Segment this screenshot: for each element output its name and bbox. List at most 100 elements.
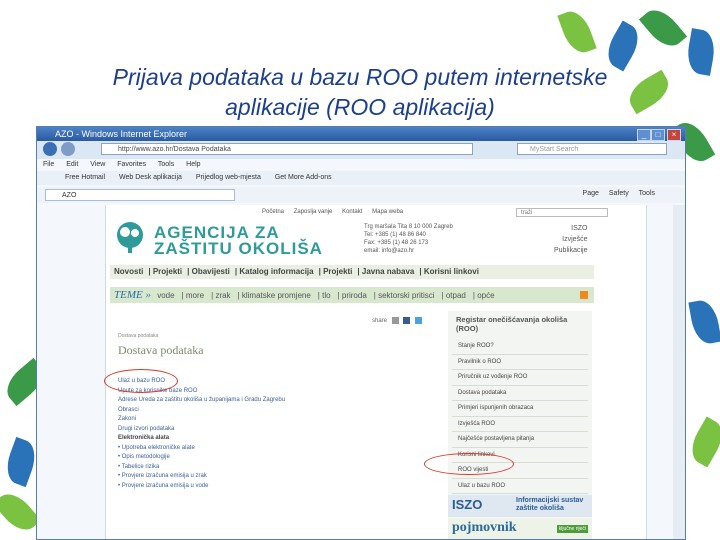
teme-opce[interactable]: opće xyxy=(477,291,494,300)
menu-favorites[interactable]: Favorites xyxy=(117,161,146,168)
minimize-button[interactable]: _ xyxy=(637,129,651,141)
teme-label: TEME » xyxy=(114,289,151,301)
nav-novosti[interactable]: Novosti xyxy=(114,267,143,276)
contact-address: Trg maršala Tita 8 10 000 Zagreb xyxy=(364,224,453,230)
breadcrumb[interactable]: Dostava podataka xyxy=(118,333,158,339)
page-heading: Dostava podataka xyxy=(118,343,204,357)
page-menu[interactable]: Page xyxy=(583,190,599,197)
registry-item[interactable]: Izvješća ROO xyxy=(452,417,588,432)
tool-link[interactable]: • Upotreba elektroničke alate xyxy=(118,444,285,454)
back-icon[interactable] xyxy=(43,142,57,156)
contact-email[interactable]: email: info@azo.hr xyxy=(364,247,453,255)
twitter-icon[interactable] xyxy=(415,317,423,324)
decor-leaf xyxy=(0,486,42,538)
search-input[interactable]: MyStart Search xyxy=(517,143,667,155)
contact-tel: Tel: +385 (1) 48 86 840 xyxy=(364,232,426,238)
menu-file[interactable]: File xyxy=(43,161,54,168)
window-titlebar: AZO - Windows Internet Explorer _ □ × xyxy=(37,127,685,141)
maximize-button[interactable]: □ xyxy=(651,129,665,141)
link-izvjesce[interactable]: Izvješće xyxy=(554,234,587,245)
site-search-input[interactable]: traži xyxy=(516,208,608,217)
browser-window: AZO - Windows Internet Explorer _ □ × ht… xyxy=(36,126,686,540)
pojmovnik-title: pojmovnik xyxy=(452,520,517,535)
tab-azo[interactable]: AZO xyxy=(45,189,235,201)
safety-menu[interactable]: Safety xyxy=(609,190,629,197)
highlight-circle-right xyxy=(424,453,514,475)
content-links: Ulaz u bazu ROO Upute za korisnike baze … xyxy=(118,377,285,491)
menu-help[interactable]: Help xyxy=(186,161,200,168)
link-adrese-ureda[interactable]: Adrese Ureda za zaštitu okoliša u župani… xyxy=(118,396,285,406)
facebook-icon[interactable] xyxy=(403,317,411,324)
fav-prijedlog[interactable]: Prijedlog web-mjesta xyxy=(196,174,261,181)
iszo-text: Informacijski sustav zaštite okoliša xyxy=(516,497,583,513)
decor-leaf xyxy=(557,6,597,58)
registry-item[interactable]: Primjeri ispunjenih obrazaca xyxy=(452,401,588,417)
teme-vode[interactable]: vode xyxy=(157,291,174,300)
slide-title: Prijava podataka u bazu ROO putem intern… xyxy=(40,62,680,122)
registry-item[interactable]: Priručnik uz vođenje ROO xyxy=(452,370,588,386)
teme-klimatske[interactable]: klimatske promjene xyxy=(242,291,311,300)
pojmovnik-badge: ključne riječi xyxy=(556,525,588,533)
command-bar: Page Safety Tools xyxy=(575,190,655,197)
link-iszo[interactable]: ISZO xyxy=(554,223,587,234)
link-pocetna[interactable]: Početna xyxy=(262,209,284,215)
teme-tlo[interactable]: tlo xyxy=(322,291,330,300)
registry-item[interactable]: Najčešće postavljena pitanja xyxy=(452,432,588,448)
registry-item[interactable]: Pravilnik o ROO xyxy=(452,355,588,370)
logo-tree-icon xyxy=(117,222,143,253)
rss-icon[interactable] xyxy=(580,291,588,299)
registry-item-ulaz[interactable]: Ulaz u bazu ROO xyxy=(452,479,588,494)
nav-projekti[interactable]: Projekti xyxy=(153,267,182,276)
iszo-text-line1: Informacijski sustav xyxy=(516,497,584,504)
nav-obavijesti[interactable]: Obavijesti xyxy=(192,267,230,276)
tool-link[interactable]: • Provjere izračuna emisija u zrak xyxy=(118,472,285,482)
teme-sektorski[interactable]: sektorski pritisci xyxy=(378,291,434,300)
pojmovnik-banner[interactable]: pojmovnik ključne riječi xyxy=(448,519,592,539)
iszo-banner[interactable]: ISZO Informacijski sustav zaštite okoliš… xyxy=(448,495,592,517)
slide-title-line1: Prijava podataka u bazu ROO putem intern… xyxy=(112,64,608,90)
tool-link[interactable]: • Provjere izračuna emisija u vode xyxy=(118,482,285,492)
link-zakoni[interactable]: Zakoni xyxy=(118,415,285,425)
logo-line2: ZAŠTITU OKOLIŠA xyxy=(154,239,323,258)
link-publikacije[interactable]: Publikacije xyxy=(554,245,587,256)
link-zaposljavanje[interactable]: Zaposlja vanje xyxy=(294,209,333,215)
teme-zrak[interactable]: zrak xyxy=(215,291,230,300)
address-input[interactable]: http://www.azo.hr/Dostava Podataka xyxy=(101,143,473,155)
registry-title-line2: (ROO) xyxy=(456,324,479,333)
nav-javna-nabava[interactable]: Javna nabava xyxy=(362,267,414,276)
menu-tools[interactable]: Tools xyxy=(158,161,174,168)
teme-otpad[interactable]: otpad xyxy=(446,291,466,300)
registry-title: Registar onečišćavanja okoliša (ROO) xyxy=(456,315,567,333)
teme-priroda[interactable]: priroda xyxy=(342,291,367,300)
link-kontakt[interactable]: Kontakt xyxy=(342,209,362,215)
link-drugi-izvori[interactable]: Drugi izvori podataka xyxy=(118,425,285,435)
tool-link[interactable]: • Opis metodologije xyxy=(118,453,285,463)
link-obrasci[interactable]: Obrasci xyxy=(118,406,285,416)
fav-get-addons[interactable]: Get More Add-ons xyxy=(275,174,332,181)
registry-title-line1: Registar onečišćavanja okoliša xyxy=(456,315,568,324)
nav-katalog[interactable]: Katalog informacija xyxy=(239,267,313,276)
registry-item[interactable]: Stanje ROO? xyxy=(452,339,588,355)
nav-projekti-2[interactable]: Projekti xyxy=(323,267,352,276)
teme-more[interactable]: more xyxy=(186,291,204,300)
link-mapa-weba[interactable]: Mapa weba xyxy=(372,209,403,215)
scrollbar[interactable] xyxy=(673,205,685,539)
close-button[interactable]: × xyxy=(667,129,681,141)
forward-icon[interactable] xyxy=(61,142,75,156)
fav-web-desk[interactable]: Web Desk aplikacija xyxy=(119,174,182,181)
menu-view[interactable]: View xyxy=(90,161,105,168)
print-icon[interactable] xyxy=(391,317,399,324)
contact-fax: Fax: +385 (1) 48 26 173 xyxy=(364,240,429,246)
decor-leaf xyxy=(688,298,720,346)
menu-edit[interactable]: Edit xyxy=(66,161,78,168)
nav-korisni-linkovi[interactable]: Korisni linkovi xyxy=(424,267,479,276)
registry-item-dostava[interactable]: Dostava podataka xyxy=(452,386,588,401)
fav-free-hotmail[interactable]: Free Hotmail xyxy=(65,174,105,181)
share-bar: share xyxy=(372,317,423,324)
tools-menu[interactable]: Tools xyxy=(639,190,655,197)
contact-info: Trg maršala Tita 8 10 000 Zagreb Tel: +3… xyxy=(364,223,453,255)
menu-bar: File Edit View Favorites Tools Help xyxy=(37,159,685,171)
tool-link[interactable]: • Tabelice rizika xyxy=(118,463,285,473)
slide-title-line2: aplikacije (ROO aplikacija) xyxy=(225,94,495,120)
site-logo[interactable]: AGENCIJA ZA ZAŠTITU OKOLIŠA xyxy=(154,224,323,258)
